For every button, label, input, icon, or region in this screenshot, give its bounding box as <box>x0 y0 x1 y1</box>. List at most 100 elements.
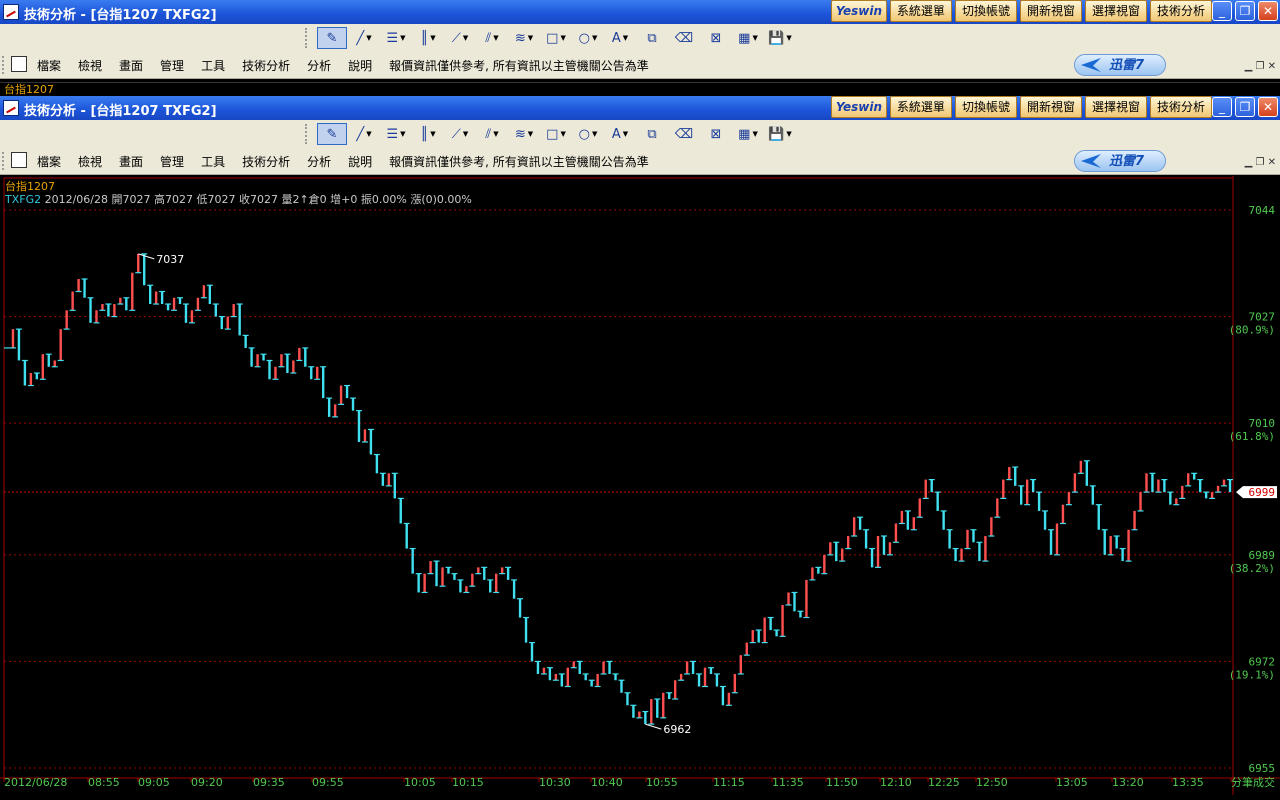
y-tick-label: 7027 <box>1249 311 1276 324</box>
close-button[interactable]: ✕ <box>1258 1 1278 21</box>
maximize-button[interactable]: ❐ <box>1235 1 1255 21</box>
rectangle-icon[interactable]: □ ▼ <box>541 123 571 145</box>
select-draw-icon[interactable]: ✎ <box>317 123 347 145</box>
menu-technical-analysis[interactable]: 技術分析 <box>242 57 290 74</box>
fan-icon[interactable]: ⟋ ▼ <box>445 123 475 145</box>
text-line-icon[interactable]: ☰ ▼ <box>381 27 411 49</box>
clear-icon[interactable]: ⊠ <box>701 27 731 49</box>
y-tick-label: 7010 <box>1249 417 1276 430</box>
top-buttons: Yeswin 系統選單 切換帳號 開新視窗 選擇視窗 技術分析 <box>830 0 1212 22</box>
vertical-lines-icon[interactable]: ║ ▼ <box>413 27 443 49</box>
menu-file[interactable]: 檔案 <box>37 153 61 170</box>
select-window-button[interactable]: 選擇視窗 <box>1084 0 1147 22</box>
vertical-lines-icon[interactable]: ║ ▼ <box>413 123 443 145</box>
y-tick-pct-label: (19.1%) <box>1229 668 1275 681</box>
x-tick-label: 11:35 <box>772 776 804 789</box>
xunlei-badge[interactable]: 迅雷7 <box>1074 54 1166 76</box>
menu-analysis[interactable]: 分析 <box>307 153 331 170</box>
line-tool-icon[interactable]: ╱ ▼ <box>349 27 379 49</box>
price-chart[interactable]: 7044 7027(80.9%) 7010(61.8%) 6989(38.2%) 697… <box>0 176 1280 795</box>
close-button[interactable]: ✕ <box>1258 97 1278 117</box>
menu-manage[interactable]: 管理 <box>160 153 184 170</box>
mdi-controls[interactable]: ▁ ❐ ✕ <box>1245 61 1276 72</box>
window-titlebar[interactable]: 技術分析 - [台指1207 TXFG2] Yeswin 系統選單 切換帳號 開… <box>0 96 1280 120</box>
new-window-button[interactable]: 開新視窗 <box>1019 96 1082 118</box>
parallel-icon[interactable]: ≋ ▼ <box>509 123 539 145</box>
system-menu-button[interactable]: 系統選單 <box>889 0 952 22</box>
menu-help[interactable]: 說明 <box>348 57 372 74</box>
color-grid-icon[interactable]: ▦ ▼ <box>733 27 763 49</box>
menu-analysis[interactable]: 分析 <box>307 57 331 74</box>
xunlei-badge[interactable]: 迅雷7 <box>1074 150 1166 172</box>
save-icon[interactable]: 💾 ▼ <box>765 123 795 145</box>
text-tool-icon[interactable]: A ▼ <box>605 123 635 145</box>
drawing-tools: ✎ ╱ ▼ ☰ ▼ ║ ▼ ⟋ ▼ ⫽ ▼ ≋ ▼ □ ▼ ○ ▼ A ▼ ⧉ ⌫ ⊠ ▦ ▼ 💾 ▼ <box>305 122 795 146</box>
minimize-button[interactable]: _ <box>1212 1 1232 21</box>
text-tool-icon[interactable]: A ▼ <box>605 27 635 49</box>
window-titlebar-back[interactable]: 技術分析 - [台指1207 TXFG2] Yeswin 系統選單 切換帳號 開… <box>0 0 1280 24</box>
x-tick-label: 08:55 <box>88 776 120 789</box>
menu-view[interactable]: 檢視 <box>78 153 102 170</box>
system-menu-button[interactable]: 系統選單 <box>889 96 952 118</box>
x-tick-label: 09:20 <box>191 776 223 789</box>
yeswin-button[interactable]: Yeswin <box>830 96 887 118</box>
select-window-button[interactable]: 選擇視窗 <box>1084 96 1147 118</box>
eraser-icon[interactable]: ⌫ <box>669 123 699 145</box>
new-window-button[interactable]: 開新視窗 <box>1019 0 1082 22</box>
copy-icon[interactable]: ⧉ <box>637 27 667 49</box>
yeswin-button[interactable]: Yeswin <box>830 0 887 22</box>
x-tick-label: 12:10 <box>880 776 912 789</box>
app-icon <box>3 4 19 20</box>
y-tick-label: 6989 <box>1249 549 1276 562</box>
menu-file[interactable]: 檔案 <box>37 57 61 74</box>
menu-help[interactable]: 說明 <box>348 153 372 170</box>
maximize-button[interactable]: ❐ <box>1235 97 1255 117</box>
menu-technical-analysis[interactable]: 技術分析 <box>242 153 290 170</box>
window-title: 技術分析 - [台指1207 TXFG2] <box>24 104 217 119</box>
ellipse-icon[interactable]: ○ ▼ <box>573 123 603 145</box>
switch-account-button[interactable]: 切換帳號 <box>954 0 1017 22</box>
eraser-icon[interactable]: ⌫ <box>669 27 699 49</box>
x-tick-label: 10:15 <box>452 776 484 789</box>
menu-view[interactable]: 檢視 <box>78 57 102 74</box>
xunlei-label: 迅雷7 <box>1109 58 1145 73</box>
rectangle-icon[interactable]: □ ▼ <box>541 27 571 49</box>
menubar: 檔案 檢視 畫面 管理 工具 技術分析 分析 說明 報價資訊僅供參考, 所有資訊… <box>0 148 1280 175</box>
switch-account-button[interactable]: 切換帳號 <box>954 96 1017 118</box>
mdi-controls[interactable]: ▁ ❐ ✕ <box>1245 157 1276 168</box>
y-tick-label: 6972 <box>1249 655 1276 668</box>
x-tick-label: 09:35 <box>253 776 285 789</box>
line-tool-icon[interactable]: ╱ ▼ <box>349 123 379 145</box>
menu-screen[interactable]: 畫面 <box>119 153 143 170</box>
menu-screen[interactable]: 畫面 <box>119 57 143 74</box>
clear-icon[interactable]: ⊠ <box>701 123 731 145</box>
x-tick-label: 09:05 <box>138 776 170 789</box>
channel-icon[interactable]: ⫽ ▼ <box>477 27 507 49</box>
menubar-grip <box>2 56 8 74</box>
minimize-button[interactable]: _ <box>1212 97 1232 117</box>
menu-tools[interactable]: 工具 <box>201 153 225 170</box>
x-tick-label: 10:30 <box>539 776 571 789</box>
menu-items: 檔案 檢視 畫面 管理 工具 技術分析 分析 說明 報價資訊僅供參考, 所有資訊… <box>37 57 649 74</box>
toolbar-grip <box>305 28 311 48</box>
copy-icon[interactable]: ⧉ <box>637 123 667 145</box>
technical-analysis-button[interactable]: 技術分析 <box>1149 0 1212 22</box>
channel-icon[interactable]: ⫽ ▼ <box>477 123 507 145</box>
menu-tools[interactable]: 工具 <box>201 57 225 74</box>
select-draw-icon[interactable]: ✎ <box>317 27 347 49</box>
menubar-grip <box>2 152 8 170</box>
disclaimer-marquee: 報價資訊僅供參考, 所有資訊以主管機關公告為準 <box>389 155 649 169</box>
technical-analysis-button[interactable]: 技術分析 <box>1149 96 1212 118</box>
fan-icon[interactable]: ⟋ ▼ <box>445 27 475 49</box>
parallel-icon[interactable]: ≋ ▼ <box>509 27 539 49</box>
text-line-icon[interactable]: ☰ ▼ <box>381 123 411 145</box>
save-icon[interactable]: 💾 ▼ <box>765 27 795 49</box>
menu-manage[interactable]: 管理 <box>160 57 184 74</box>
ellipse-icon[interactable]: ○ ▼ <box>573 27 603 49</box>
low-annotation-line <box>645 723 662 730</box>
disclaimer-marquee: 報價資訊僅供參考, 所有資訊以主管機關公告為準 <box>389 59 649 73</box>
y-tick-pct-label: (80.9%) <box>1229 324 1275 337</box>
color-grid-icon[interactable]: ▦ ▼ <box>733 123 763 145</box>
x-tick-label: 11:50 <box>826 776 858 789</box>
x-tick-label: 10:40 <box>591 776 623 789</box>
